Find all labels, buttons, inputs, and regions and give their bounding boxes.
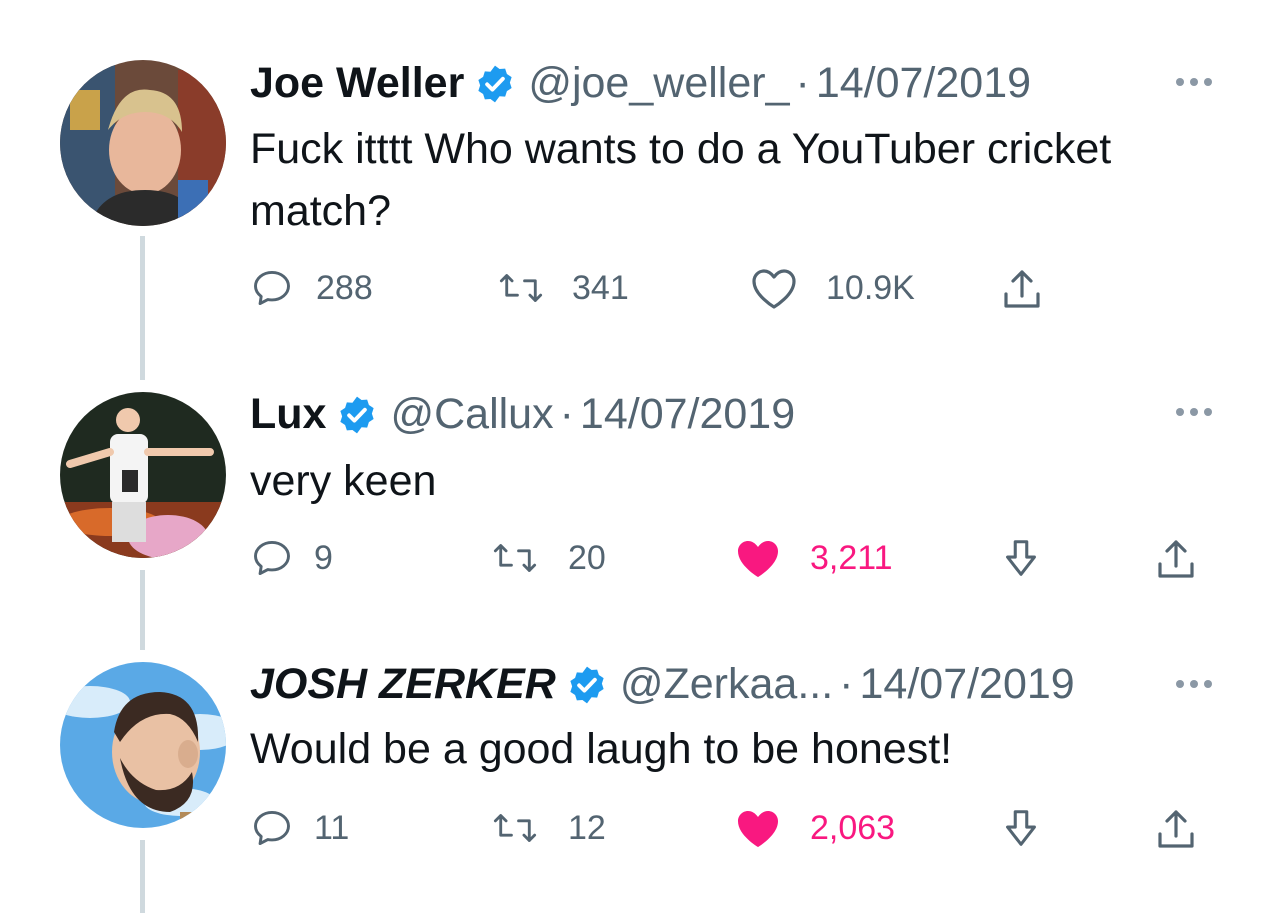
share-icon: [998, 266, 1046, 314]
retweet-icon: [496, 266, 546, 310]
display-name[interactable]: Joe Weller: [250, 62, 464, 105]
reply-icon: [250, 806, 294, 850]
bookmark-icon: [998, 806, 1044, 852]
tweet-header: Lux @Callux · 14/07/2019: [250, 393, 795, 436]
like-button[interactable]: 3,211: [734, 536, 893, 580]
tweet-header: JOSH ZERKER @Zerkaa... · 14/07/2019: [250, 663, 1075, 706]
separator-dot: ·: [559, 390, 574, 438]
reply-count: 288: [316, 268, 373, 307]
share-button[interactable]: [998, 266, 1046, 314]
retweet-count: 20: [568, 538, 606, 577]
retweet-icon: [490, 536, 540, 580]
tweet-date[interactable]: 14/07/2019: [860, 663, 1075, 706]
separator-dot: ·: [795, 59, 810, 107]
more-icon[interactable]: [1176, 78, 1212, 86]
tweet-text: Fuck itttt Who wants to do a YouTuber cr…: [250, 125, 1112, 235]
tweet-text: Would be a good laugh to be honest!: [250, 725, 953, 773]
bookmark-icon: [998, 536, 1044, 582]
like-icon: [750, 266, 798, 310]
like-button[interactable]: 10.9K: [750, 266, 915, 310]
bookmark-button[interactable]: [998, 806, 1044, 852]
bookmark-button[interactable]: [998, 536, 1044, 582]
reply-count: 11: [314, 808, 350, 847]
reply-icon: [250, 536, 294, 580]
thread-line: [140, 840, 145, 913]
reply-button[interactable]: 288: [250, 266, 373, 310]
reply-count: 9: [314, 538, 333, 577]
retweet-count: 12: [568, 808, 606, 847]
share-button[interactable]: [1152, 536, 1200, 584]
retweet-count: 341: [572, 268, 629, 307]
share-icon: [1152, 536, 1200, 584]
like-icon: [734, 806, 782, 850]
tweet-header: Joe Weller @joe_weller_ · 14/07/2019: [250, 62, 1031, 105]
share-icon: [1152, 806, 1200, 854]
more-icon[interactable]: [1176, 408, 1212, 416]
like-icon: [734, 536, 782, 580]
verified-badge-icon: [474, 63, 516, 105]
reply-button[interactable]: 11: [250, 806, 349, 850]
avatar[interactable]: [60, 662, 226, 828]
thread-line: [140, 570, 145, 650]
avatar[interactable]: [60, 60, 226, 226]
reply-button[interactable]: 9: [250, 536, 333, 580]
verified-badge-icon: [566, 664, 608, 706]
like-button[interactable]: 2,063: [734, 806, 895, 850]
like-count: 10.9K: [826, 268, 915, 307]
user-handle[interactable]: @Zerkaa...: [620, 663, 833, 706]
like-count: 3,211: [810, 538, 893, 577]
retweet-button[interactable]: 12: [490, 806, 606, 850]
avatar[interactable]: [60, 392, 226, 558]
reply-icon: [250, 266, 294, 310]
display-name[interactable]: Lux: [250, 393, 326, 436]
like-count: 2,063: [810, 808, 896, 847]
tweet-text: very keen: [250, 457, 437, 505]
verified-badge-icon: [336, 394, 378, 436]
user-handle[interactable]: @joe_weller_: [528, 62, 789, 105]
separator-dot: ·: [839, 660, 854, 708]
retweet-button[interactable]: 341: [496, 266, 629, 310]
more-icon[interactable]: [1176, 680, 1212, 688]
share-button[interactable]: [1152, 806, 1200, 854]
retweet-button[interactable]: 20: [490, 536, 606, 580]
tweet-date[interactable]: 14/07/2019: [580, 393, 795, 436]
display-name[interactable]: JOSH ZERKER: [250, 663, 556, 706]
tweet-date[interactable]: 14/07/2019: [816, 62, 1031, 105]
user-handle[interactable]: @Callux: [390, 393, 553, 436]
thread-line: [140, 236, 145, 380]
retweet-icon: [490, 806, 540, 850]
